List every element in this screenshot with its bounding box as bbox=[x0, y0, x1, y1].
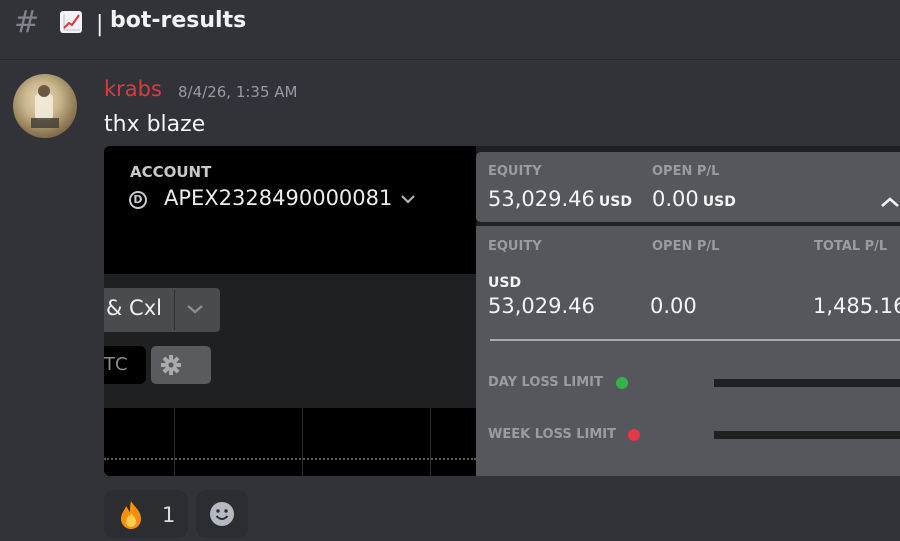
account-details-panel: EQUITY OPEN P/L TOTAL P/L USD 53,029.46 … bbox=[476, 226, 900, 476]
chart-increasing-icon bbox=[60, 11, 82, 33]
details-total-pl-label: TOTAL P/L bbox=[814, 239, 888, 254]
order-type-label: TC bbox=[104, 354, 129, 375]
message-timestamp: 8/4/26, 1:35 AM bbox=[178, 83, 298, 101]
reaction-count: 1 bbox=[162, 503, 176, 527]
day-loss-limit-label: DAY LOSS LIMIT bbox=[488, 375, 603, 390]
gear-icon bbox=[161, 355, 181, 375]
account-summary-header[interactable]: EQUITY 53,029.46 USD OPEN P/L 0.00 USD bbox=[476, 152, 900, 222]
order-type-box[interactable]: TC bbox=[104, 346, 146, 384]
header-separator: | bbox=[96, 12, 104, 37]
details-total-pl-value: 1,485.16 bbox=[813, 294, 900, 318]
divider bbox=[490, 339, 900, 341]
account-panel[interactable]: ACCOUNT D APEX2328490000081 bbox=[104, 146, 476, 274]
account-label: ACCOUNT bbox=[130, 163, 212, 181]
reaction-fire[interactable]: 1 bbox=[104, 490, 188, 538]
button-divider bbox=[174, 290, 175, 330]
channel-hash-icon: # bbox=[14, 5, 40, 40]
account-type-badge: D bbox=[129, 191, 147, 209]
cancel-order-label: & Cxl bbox=[106, 296, 162, 320]
avatar[interactable] bbox=[13, 74, 77, 138]
details-equity-value: 53,029.46 bbox=[488, 294, 595, 318]
details-equity-label: EQUITY bbox=[488, 239, 542, 254]
account-id: APEX2328490000081 bbox=[164, 186, 393, 210]
grid-line bbox=[174, 408, 175, 476]
attached-image[interactable]: ACCOUNT D APEX2328490000081 & Cxl TC EQU… bbox=[104, 146, 900, 476]
username[interactable]: krabs bbox=[104, 77, 162, 101]
channel-header: # | bot-results bbox=[0, 0, 900, 60]
chart-grid bbox=[104, 408, 476, 476]
dotted-line bbox=[104, 458, 476, 460]
grid-line bbox=[302, 408, 303, 476]
day-limit-status-dot bbox=[616, 377, 628, 389]
week-limit-status-dot bbox=[628, 429, 640, 441]
details-currency: USD bbox=[488, 275, 522, 291]
fire-icon bbox=[121, 501, 141, 529]
open-pl-label: OPEN P/L bbox=[652, 164, 720, 179]
chevron-down-icon[interactable] bbox=[186, 303, 204, 315]
add-reaction-button[interactable] bbox=[196, 490, 248, 538]
cancel-order-button[interactable]: & Cxl bbox=[104, 288, 220, 332]
open-pl-value: 0.00 USD bbox=[652, 187, 736, 211]
settings-button[interactable] bbox=[151, 346, 211, 384]
details-open-pl-label: OPEN P/L bbox=[652, 239, 720, 254]
channel-name[interactable]: bot-results bbox=[110, 8, 246, 33]
equity-label: EQUITY bbox=[488, 164, 542, 179]
smiley-icon bbox=[210, 502, 234, 526]
week-loss-limit-label: WEEK LOSS LIMIT bbox=[488, 427, 617, 442]
grid-line bbox=[430, 408, 431, 476]
chevron-up-icon[interactable] bbox=[880, 196, 900, 208]
equity-value: 53,029.46 USD bbox=[488, 187, 632, 211]
day-loss-limit-bar bbox=[714, 379, 900, 387]
details-open-pl-value: 0.00 bbox=[650, 294, 697, 318]
week-loss-limit-bar bbox=[714, 431, 900, 439]
chevron-down-icon[interactable] bbox=[400, 194, 416, 204]
message-text: thx blaze bbox=[104, 112, 206, 137]
